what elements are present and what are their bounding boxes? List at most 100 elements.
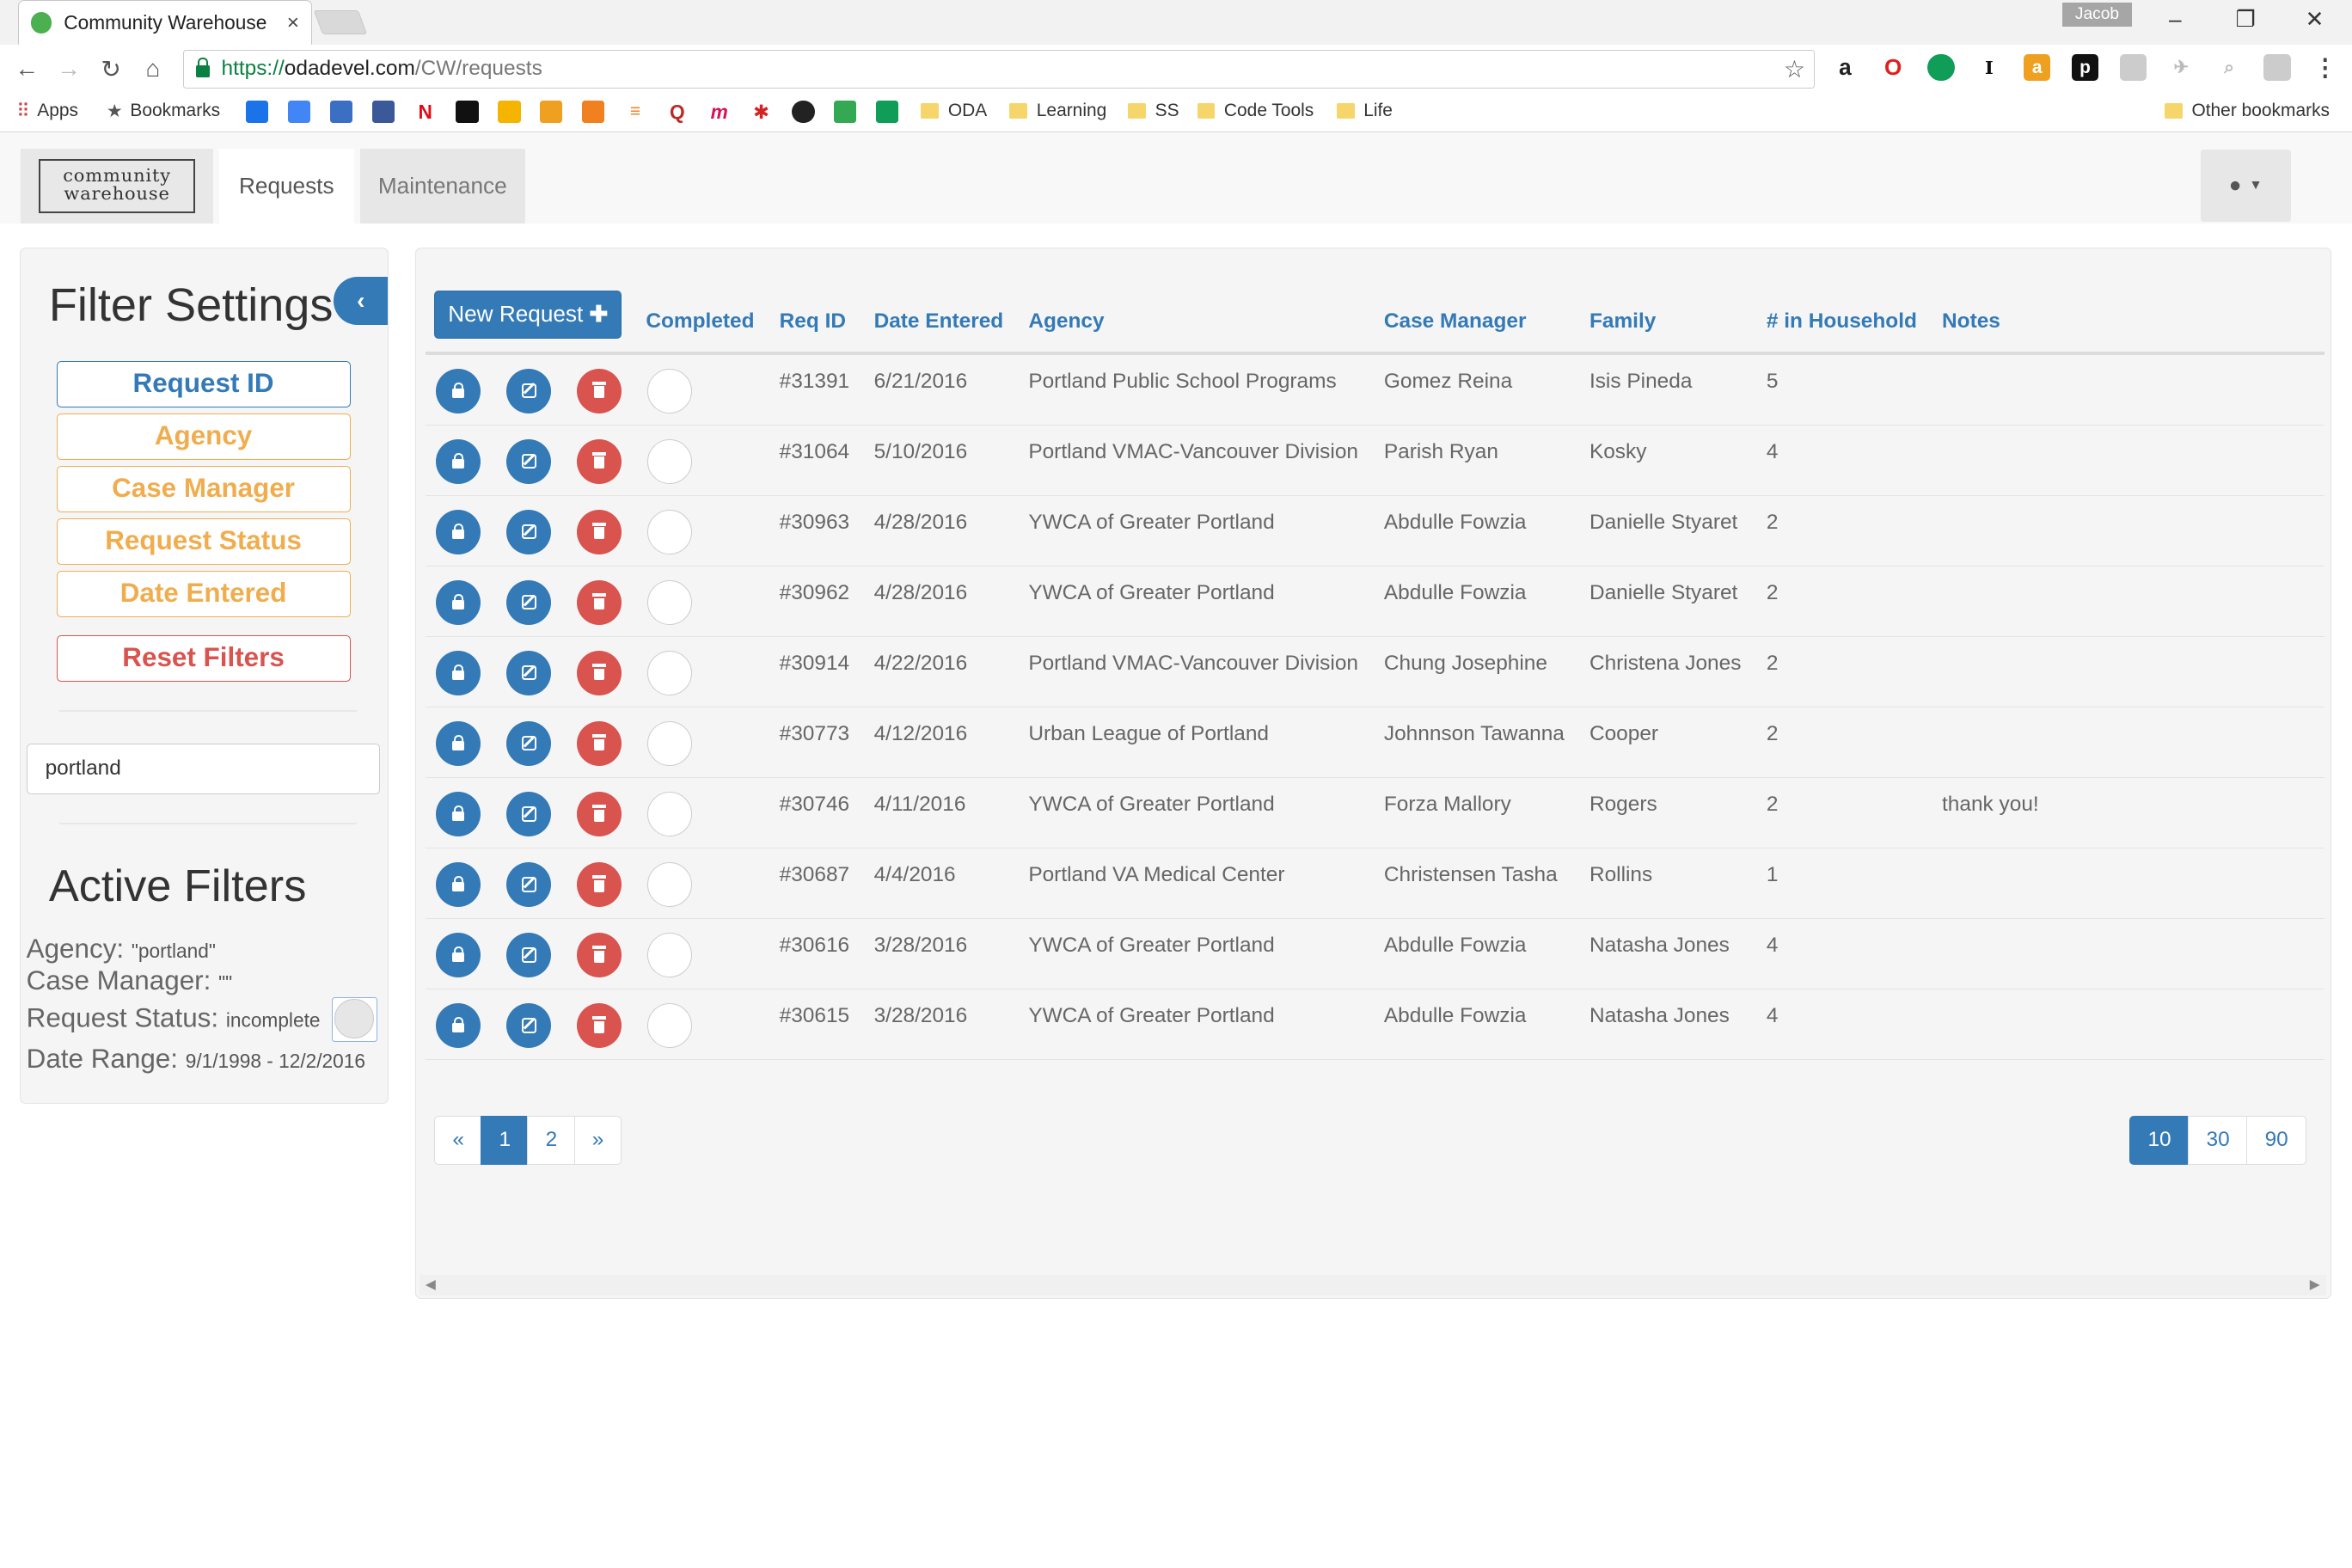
reset-filters-button[interactable]: Reset Filters — [56, 635, 351, 683]
forward-icon[interactable]: → — [48, 55, 90, 83]
status-toggle[interactable] — [332, 996, 377, 1043]
bookmark-folder-oda[interactable]: ODA — [921, 101, 987, 121]
completed-checkbox[interactable] — [647, 1002, 693, 1048]
column-header-agency[interactable]: Agency — [1028, 309, 1104, 334]
bookmark-apps[interactable]: ⠿ Apps — [16, 101, 78, 122]
mail-bookmark-icon[interactable] — [329, 100, 353, 124]
edit-button[interactable] — [506, 650, 552, 695]
delete-button[interactable] — [577, 368, 622, 413]
home-icon[interactable]: ⌂ — [132, 55, 175, 83]
pagination-page-2[interactable]: 2 — [527, 1115, 576, 1166]
tab-requests[interactable]: Requests — [218, 148, 354, 224]
scroll-right-icon[interactable]: ▶ — [2310, 1276, 2320, 1293]
classroom-bookmark-icon[interactable] — [876, 100, 899, 124]
filter-search-input[interactable]: portland — [26, 743, 381, 795]
bookmark-folder-ss[interactable]: SS — [1128, 101, 1179, 121]
edit-button[interactable] — [506, 1002, 552, 1048]
scroll-left-icon[interactable]: ◀ — [426, 1276, 436, 1293]
delete-button[interactable] — [577, 1002, 622, 1048]
tab-maintenance[interactable]: Maintenance — [359, 148, 525, 224]
hangouts-extension-icon[interactable] — [1927, 53, 1955, 82]
delete-button[interactable] — [577, 791, 622, 836]
delete-button[interactable] — [577, 861, 622, 907]
bookmark-star-icon[interactable]: ☆ — [1784, 55, 1805, 83]
pushbullet-extension-icon[interactable]: p — [2071, 53, 2099, 82]
delete-button[interactable] — [577, 579, 622, 625]
extension-icon[interactable] — [2263, 53, 2291, 82]
filter-date-entered-button[interactable]: Date Entered — [56, 571, 351, 618]
opera-extension-icon[interactable]: O — [1879, 53, 1907, 82]
extension-icon[interactable] — [2119, 53, 2147, 82]
facebook-bookmark-icon[interactable] — [371, 100, 395, 124]
edit-button[interactable] — [506, 368, 552, 413]
column-header-family[interactable]: Family — [1589, 309, 1656, 334]
lock-button[interactable] — [436, 1002, 481, 1048]
minimize-icon[interactable]: – — [2160, 6, 2190, 33]
lock-button[interactable] — [436, 861, 481, 907]
calendar-bookmark-icon[interactable] — [288, 100, 311, 124]
column-header-date-entered[interactable]: Date Entered — [874, 309, 1004, 334]
bookmark-bookmarks[interactable]: ★ Bookmarks — [107, 101, 220, 122]
reload-icon[interactable]: ↻ — [90, 55, 132, 83]
brand-logo[interactable]: community warehouse — [21, 148, 213, 224]
edit-button[interactable] — [506, 791, 552, 836]
keep-bookmark-icon[interactable] — [498, 100, 521, 124]
quora-bookmark-icon[interactable]: Q — [665, 100, 689, 124]
yelp-bookmark-icon[interactable]: ✱ — [750, 100, 773, 124]
lock-button[interactable] — [436, 438, 481, 484]
extension-icon[interactable]: ⌕ — [2215, 53, 2243, 82]
completed-checkbox[interactable] — [647, 861, 693, 907]
delete-button[interactable] — [577, 438, 622, 484]
pandora-bookmark-icon[interactable] — [246, 100, 269, 124]
column-header-req-id[interactable]: Req ID — [780, 309, 846, 334]
edit-button[interactable] — [506, 932, 552, 977]
bookmark-folder-code-tools[interactable]: Code Tools — [1197, 101, 1314, 121]
lock-button[interactable] — [436, 791, 481, 836]
profile-button[interactable]: Jacob — [2062, 3, 2132, 28]
bookmark-folder-life[interactable]: Life — [1336, 101, 1393, 121]
delete-button[interactable] — [577, 932, 622, 977]
window-close-icon[interactable]: ✕ — [2300, 6, 2330, 33]
lock-button[interactable] — [436, 720, 481, 766]
mint-bookmark-icon[interactable]: m — [707, 100, 731, 124]
netflix-bookmark-icon[interactable]: N — [413, 100, 437, 124]
lock-button[interactable] — [436, 368, 481, 413]
page-size-90[interactable]: 90 — [2246, 1115, 2307, 1166]
completed-checkbox[interactable] — [647, 932, 693, 977]
bookmark-folder-learning[interactable]: Learning — [1009, 101, 1106, 121]
horizontal-scrollbar[interactable]: ◀ ▶ — [419, 1274, 2326, 1295]
filter-request-status-button[interactable]: Request Status — [56, 518, 351, 566]
lock-button[interactable] — [436, 509, 481, 554]
completed-checkbox[interactable] — [647, 579, 693, 625]
page-size-10[interactable]: 10 — [2129, 1115, 2190, 1166]
column-header-case-manager[interactable]: Case Manager — [1384, 309, 1527, 334]
edit-button[interactable] — [506, 579, 552, 625]
completed-checkbox[interactable] — [647, 438, 693, 484]
bookmark-icon[interactable] — [792, 100, 815, 124]
delete-button[interactable] — [577, 509, 622, 554]
filter-request-id-button[interactable]: Request ID — [56, 360, 351, 407]
completed-checkbox[interactable] — [647, 791, 693, 836]
completed-checkbox[interactable] — [647, 650, 693, 695]
edit-button[interactable] — [506, 861, 552, 907]
column-header-notes[interactable]: Notes — [1942, 309, 2000, 334]
pagination-next[interactable]: » — [573, 1115, 622, 1166]
bookmark-other[interactable]: Other bookmarks — [2165, 101, 2330, 121]
completed-checkbox[interactable] — [647, 720, 693, 766]
stackoverflow-bookmark-icon[interactable]: ≡ — [623, 100, 647, 124]
browser-menu-icon[interactable]: ⋮ — [2312, 53, 2339, 82]
amazon-assistant-extension-icon[interactable]: a — [2024, 53, 2051, 82]
edit-button[interactable] — [506, 438, 552, 484]
new-request-button[interactable]: New Request ✚ — [434, 290, 622, 339]
completed-checkbox[interactable] — [647, 509, 693, 554]
restore-icon[interactable]: ❐ — [2231, 6, 2261, 33]
delete-button[interactable] — [577, 650, 622, 695]
page-size-30[interactable]: 30 — [2188, 1115, 2248, 1166]
lock-button[interactable] — [436, 650, 481, 695]
column-header-completed[interactable]: Completed — [646, 309, 754, 334]
maps-bookmark-icon[interactable] — [834, 100, 857, 124]
lock-button[interactable] — [436, 932, 481, 977]
address-bar[interactable]: https://odadevel.com/CW/requests ☆ — [182, 49, 1816, 89]
filter-case-manager-button[interactable]: Case Manager — [56, 465, 351, 513]
collapse-filter-button[interactable]: ‹ — [334, 277, 389, 325]
